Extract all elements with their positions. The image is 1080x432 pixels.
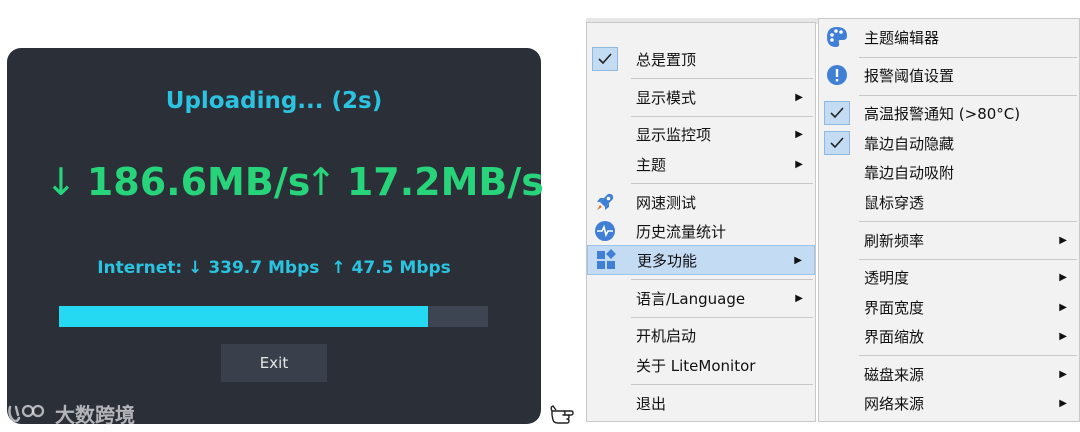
- internet-download: ↓ 339.7 Mbps: [188, 258, 320, 278]
- watermark-text: 大数跨境: [55, 402, 135, 427]
- menu-item-always-on-top[interactable]: 总是置顶: [587, 44, 815, 74]
- download-speed-value: 186.6MB/s: [86, 160, 311, 204]
- menu-item-speed-test[interactable]: 网速测试: [587, 187, 815, 217]
- menu-item-opacity[interactable]: 透明度 ▶: [819, 262, 1079, 292]
- menu-divider: [631, 78, 813, 79]
- menu-item-language[interactable]: 语言/Language ▶: [587, 283, 815, 313]
- menu-item-label: 主题: [636, 155, 667, 174]
- menu-divider: [631, 317, 813, 318]
- check-icon: [824, 101, 850, 125]
- menu-item-label: 更多功能: [637, 251, 698, 270]
- watermark: 大数跨境: [7, 395, 135, 431]
- submenu-arrow-icon: ▶: [795, 158, 803, 170]
- menu-item-label: 靠边自动吸附: [864, 163, 955, 182]
- progress-bar: [59, 306, 488, 327]
- menu-divider: [859, 259, 1077, 260]
- watermark-logo-icon: [8, 404, 45, 423]
- submenu-arrow-icon: ▶: [795, 91, 803, 103]
- exit-button[interactable]: Exit: [221, 344, 327, 382]
- progress-bar-fill: [59, 306, 428, 327]
- menu-divider: [859, 221, 1077, 222]
- menu-item-network-source[interactable]: 网络来源 ▶: [819, 388, 1079, 418]
- menu-item-display-monitor-items[interactable]: 显示监控项 ▶: [587, 119, 815, 149]
- menu-item-ui-scale[interactable]: 界面缩放 ▶: [819, 321, 1079, 351]
- menu-divider: [631, 116, 813, 117]
- menu-divider: [859, 57, 1077, 58]
- menu-item-about[interactable]: 关于 LiteMonitor: [587, 350, 815, 380]
- internet-upload: ↑ 47.5 Mbps: [331, 258, 451, 278]
- menu-item-more-features[interactable]: 更多功能 ▶: [587, 245, 815, 275]
- upload-speed-display: ↑ 17.2MB/s: [305, 160, 544, 204]
- download-arrow-icon: ↓: [45, 160, 77, 204]
- submenu-arrow-icon: ▶: [1059, 271, 1067, 283]
- menu-item-label: 靠边自动隐藏: [864, 134, 955, 153]
- palette-icon: [825, 25, 849, 49]
- menu-divider: [631, 279, 813, 280]
- menu-item-label: 界面宽度: [864, 298, 925, 317]
- menu-item-label: 显示监控项: [636, 125, 712, 144]
- main-context-menu: 总是置顶 显示模式 ▶ 显示监控项 ▶ 主题 ▶ 网速测试 历史流量统计 更多功…: [586, 22, 816, 422]
- submenu-arrow-icon: ▶: [795, 292, 803, 304]
- menu-item-label: 网速测试: [636, 193, 697, 212]
- menu-item-alert-threshold[interactable]: 报警阈值设置: [819, 60, 1079, 90]
- internet-label: Internet:: [97, 258, 183, 278]
- menu-divider: [859, 95, 1077, 96]
- menu-item-label: 开机启动: [636, 326, 697, 345]
- submenu-arrow-icon: ▶: [1059, 368, 1067, 380]
- submenu-arrow-icon: ▶: [795, 128, 803, 140]
- rocket-icon: [593, 190, 617, 214]
- submenu-arrow-icon: ▶: [1059, 397, 1067, 409]
- menu-divider: [859, 355, 1077, 356]
- menu-item-label: 语言/Language: [636, 289, 746, 308]
- menu-item-traffic-history[interactable]: 历史流量统计: [587, 216, 815, 246]
- menu-item-exit[interactable]: 退出: [587, 388, 815, 418]
- menu-item-label: 界面缩放: [864, 327, 925, 346]
- menu-item-label: 磁盘来源: [864, 365, 925, 384]
- upload-status: Uploading... (2s): [165, 88, 383, 114]
- menu-item-refresh-rate[interactable]: 刷新频率 ▶: [819, 225, 1079, 255]
- submenu-arrow-icon: ▶: [1059, 301, 1067, 313]
- submenu-arrow-icon: ▶: [794, 254, 802, 266]
- menu-item-label: 退出: [636, 394, 667, 413]
- menu-item-label: 报警阈值设置: [864, 66, 955, 85]
- menu-item-label: 关于 LiteMonitor: [636, 356, 756, 375]
- check-icon: [592, 47, 618, 71]
- menu-item-edge-snap[interactable]: 靠边自动吸附: [819, 157, 1079, 187]
- hand-pointer-icon: [550, 405, 574, 424]
- menu-item-disk-source[interactable]: 磁盘来源 ▶: [819, 359, 1079, 389]
- menu-item-theme-editor[interactable]: 主题编辑器: [819, 22, 1079, 52]
- alert-icon: [825, 63, 849, 87]
- menu-item-label: 历史流量统计: [636, 222, 727, 241]
- submenu-arrow-icon: ▶: [1059, 234, 1067, 246]
- menu-item-theme[interactable]: 主题 ▶: [587, 149, 815, 179]
- upload-speed-value: 17.2MB/s: [346, 160, 544, 204]
- menu-divider: [631, 384, 813, 385]
- menu-item-edge-auto-hide[interactable]: 靠边自动隐藏: [819, 128, 1079, 158]
- menu-item-ui-width[interactable]: 界面宽度 ▶: [819, 292, 1079, 322]
- menu-item-high-temp-alert[interactable]: 高温报警通知 (>80°C): [819, 98, 1079, 128]
- check-icon: [824, 131, 850, 155]
- apps-grid-icon: [594, 248, 618, 272]
- internet-speed-line: Internet: ↓ 339.7 Mbps ↑ 47.5 Mbps: [7, 258, 541, 278]
- menu-item-label: 高温报警通知 (>80°C): [864, 104, 1021, 123]
- menu-item-label: 显示模式: [636, 88, 697, 107]
- menu-item-mouse-passthrough[interactable]: 鼠标穿透: [819, 187, 1079, 217]
- menu-item-label: 主题编辑器: [864, 28, 940, 47]
- menu-item-display-mode[interactable]: 显示模式 ▶: [587, 82, 815, 112]
- menu-item-label: 总是置顶: [636, 50, 697, 69]
- menu-item-label: 刷新频率: [864, 231, 925, 250]
- speed-test-dialog: Uploading... (2s) ↓ 186.6MB/s ↑ 17.2MB/s I…: [7, 48, 544, 424]
- more-features-submenu: 主题编辑器 报警阈值设置 高温报警通知 (>80°C) 靠边自动隐藏 靠边自动吸…: [818, 18, 1080, 422]
- download-speed-display: ↓ 186.6MB/s: [45, 160, 310, 204]
- menu-item-start-on-boot[interactable]: 开机启动: [587, 320, 815, 350]
- menu-item-label: 网络来源: [864, 394, 925, 413]
- menu-divider: [631, 183, 813, 184]
- menu-item-label: 透明度: [864, 268, 910, 287]
- menu-item-label: 鼠标穿透: [864, 193, 925, 212]
- pulse-icon: [593, 219, 617, 243]
- upload-arrow-icon: ↑: [305, 160, 337, 204]
- submenu-arrow-icon: ▶: [1059, 330, 1067, 342]
